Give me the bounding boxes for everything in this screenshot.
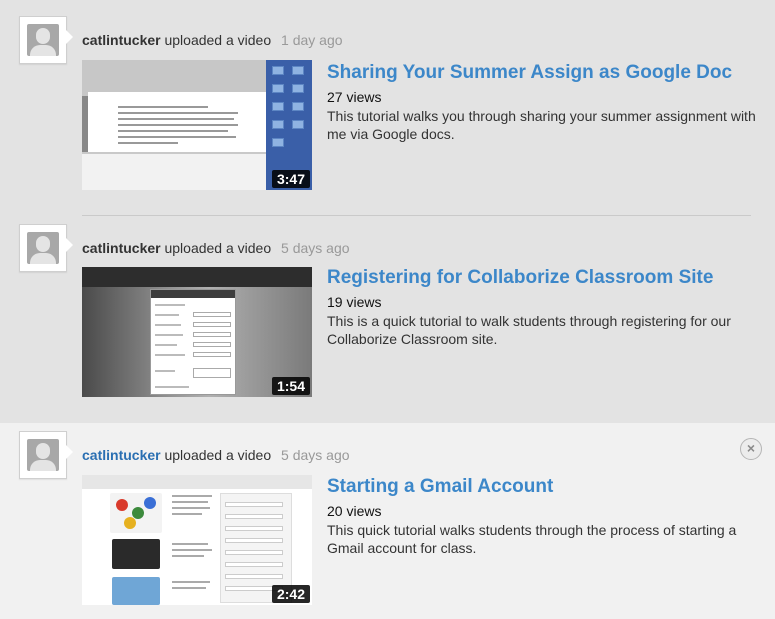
- timestamp: 1 day ago: [281, 32, 343, 48]
- feed-item-header: catlintucker uploaded a video 5 days ago: [82, 239, 350, 257]
- feed-item-header: catlintucker uploaded a video 5 days ago: [82, 446, 350, 464]
- view-count: 19 views: [327, 294, 382, 310]
- feed-item: catlintucker uploaded a video 1 day ago: [0, 0, 775, 216]
- avatar[interactable]: [19, 224, 73, 272]
- avatar[interactable]: [19, 431, 73, 479]
- video-title-link[interactable]: Sharing Your Summer Assign as Google Doc: [327, 61, 767, 85]
- activity-feed: catlintucker uploaded a video 1 day ago: [0, 0, 775, 619]
- username-link[interactable]: catlintucker: [82, 447, 161, 463]
- video-thumbnail[interactable]: 1:54: [82, 267, 312, 397]
- video-description: This tutorial walks you through sharing …: [327, 108, 756, 142]
- default-user-icon: [27, 439, 59, 471]
- feed-item: catlintucker uploaded a video 5 days ago: [0, 423, 775, 619]
- username-link[interactable]: catlintucker: [82, 32, 161, 48]
- default-user-icon: [27, 232, 59, 264]
- video-title-link[interactable]: Starting a Gmail Account: [327, 475, 767, 499]
- dismiss-close-icon[interactable]: ×: [740, 438, 762, 460]
- video-duration: 1:54: [271, 377, 310, 395]
- video-description: This quick tutorial walks students throu…: [327, 522, 737, 556]
- username-link[interactable]: catlintucker: [82, 240, 161, 256]
- view-count: 20 views: [327, 503, 382, 519]
- feed-item: catlintucker uploaded a video 5 days ago…: [0, 216, 775, 423]
- video-title-link[interactable]: Registering for Collaborize Classroom Si…: [327, 266, 767, 290]
- action-text: uploaded a video: [164, 32, 272, 48]
- view-count: 27 views: [327, 89, 382, 105]
- feed-item-header: catlintucker uploaded a video 1 day ago: [82, 31, 343, 49]
- video-thumbnail[interactable]: 3:47: [82, 60, 312, 190]
- video-duration: 3:47: [271, 170, 310, 188]
- action-text: uploaded a video: [164, 447, 272, 463]
- video-info: Registering for Collaborize Classroom Si…: [327, 266, 767, 348]
- video-info: Sharing Your Summer Assign as Google Doc…: [327, 61, 767, 143]
- avatar[interactable]: [19, 16, 73, 64]
- video-info: Starting a Gmail Account 20 views This q…: [327, 475, 767, 557]
- default-user-icon: [27, 24, 59, 56]
- timestamp: 5 days ago: [281, 447, 350, 463]
- video-duration: 2:42: [271, 585, 310, 603]
- timestamp: 5 days ago: [281, 240, 350, 256]
- video-description: This is a quick tutorial to walk student…: [327, 313, 731, 347]
- video-thumbnail[interactable]: 2:42: [82, 475, 312, 605]
- action-text: uploaded a video: [164, 240, 272, 256]
